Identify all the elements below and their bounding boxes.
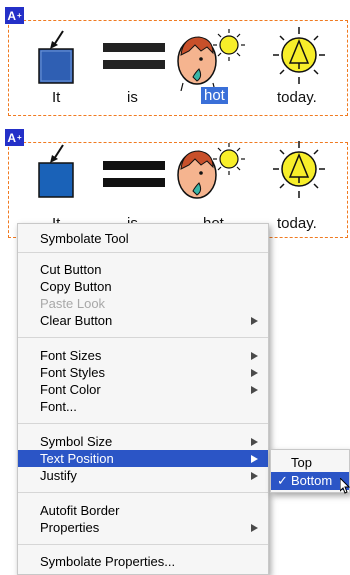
menu-label: Copy Button: [40, 279, 112, 294]
submenu-arrow-icon: [251, 369, 258, 377]
menu-item-symbolate-tool[interactable]: Symbolate Tool: [18, 230, 268, 247]
menu-separator: [18, 492, 268, 493]
submenu-label: Bottom: [291, 473, 333, 488]
menu-label: Text Position: [40, 451, 114, 466]
menu-item-cut-button[interactable]: Cut Button: [18, 261, 268, 278]
word-today[interactable]: today.: [277, 215, 317, 232]
menu-label: Paste Look: [40, 296, 106, 311]
sun-tree-icon: [273, 141, 325, 198]
symbol-panel-top[interactable]: A + It is hot today.: [5, 7, 348, 116]
menu-label: Symbol Size: [40, 434, 113, 449]
submenu-arrow-icon: [251, 472, 258, 480]
submenu-arrow-icon: [251, 317, 258, 325]
checkmark-icon: ✓: [277, 473, 288, 488]
submenu-arrow-icon: [251, 438, 258, 446]
mouse-cursor-icon: [340, 478, 350, 494]
sun-tree-icon: [273, 27, 325, 84]
word-it[interactable]: It: [52, 89, 60, 106]
menu-item-symbol-size[interactable]: Symbol Size: [18, 433, 268, 450]
is-symbol-icon: [103, 43, 165, 69]
menu-item-paste-look: Paste Look: [18, 295, 268, 312]
symbolate-badge-icon[interactable]: A +: [5, 7, 24, 24]
symbolate-badge-icon[interactable]: A +: [5, 129, 24, 146]
badge-letter: A: [7, 130, 16, 145]
submenu-arrow-icon: [251, 455, 258, 463]
menu-label: Symbolate Properties...: [40, 554, 176, 569]
submenu-arrow-icon: [251, 352, 258, 360]
menu-item-autofit-border[interactable]: Autofit Border: [18, 502, 268, 519]
word-hot-selected[interactable]: hot: [201, 87, 228, 104]
menu-label: Cut Button: [40, 262, 102, 277]
submenu-arrow-icon: [251, 524, 258, 532]
menu-item-justify[interactable]: Justify: [18, 467, 268, 484]
submenu-item-bottom[interactable]: ✓ Bottom: [271, 472, 349, 490]
menu-separator: [18, 252, 268, 253]
menu-item-font[interactable]: Font...: [18, 398, 268, 415]
menu-label: Font...: [40, 399, 77, 414]
context-menu: Symbolate Tool Cut Button Copy Button Pa…: [17, 223, 269, 575]
menu-label: Font Color: [40, 382, 101, 397]
menu-label: Justify: [40, 468, 77, 483]
submenu-label: Top: [291, 455, 312, 470]
badge-letter: A: [7, 8, 16, 23]
menu-label: Font Styles: [40, 365, 106, 380]
menu-item-symbolate-properties[interactable]: Symbolate Properties...: [18, 553, 268, 570]
word-is[interactable]: is: [127, 89, 138, 106]
menu-label: Autofit Border: [40, 503, 120, 518]
it-symbol-icon: [38, 30, 74, 84]
menu-item-font-color[interactable]: Font Color: [18, 381, 268, 398]
text-position-submenu: Top ✓ Bottom: [270, 449, 350, 493]
word-today[interactable]: today.: [277, 89, 317, 106]
face-sweat-icon: [177, 143, 245, 199]
menu-item-properties[interactable]: Properties: [18, 519, 268, 536]
it-symbol-icon: [38, 144, 74, 198]
is-symbol-icon: [103, 161, 165, 187]
menu-separator: [18, 337, 268, 338]
submenu-arrow-icon: [251, 386, 258, 394]
face-sweat-icon: [177, 29, 245, 91]
menu-item-font-sizes[interactable]: Font Sizes: [18, 347, 268, 364]
menu-label: Symbolate Tool: [40, 231, 129, 246]
menu-label: Clear Button: [40, 313, 113, 328]
menu-item-text-position[interactable]: Text Position: [18, 450, 268, 467]
submenu-item-top[interactable]: Top: [271, 454, 349, 472]
menu-item-clear-button[interactable]: Clear Button: [18, 312, 268, 329]
menu-item-copy-button[interactable]: Copy Button: [18, 278, 268, 295]
menu-item-font-styles[interactable]: Font Styles: [18, 364, 268, 381]
menu-separator: [18, 423, 268, 424]
menu-label: Font Sizes: [40, 348, 102, 363]
menu-separator: [18, 544, 268, 545]
menu-label: Properties: [40, 520, 100, 535]
